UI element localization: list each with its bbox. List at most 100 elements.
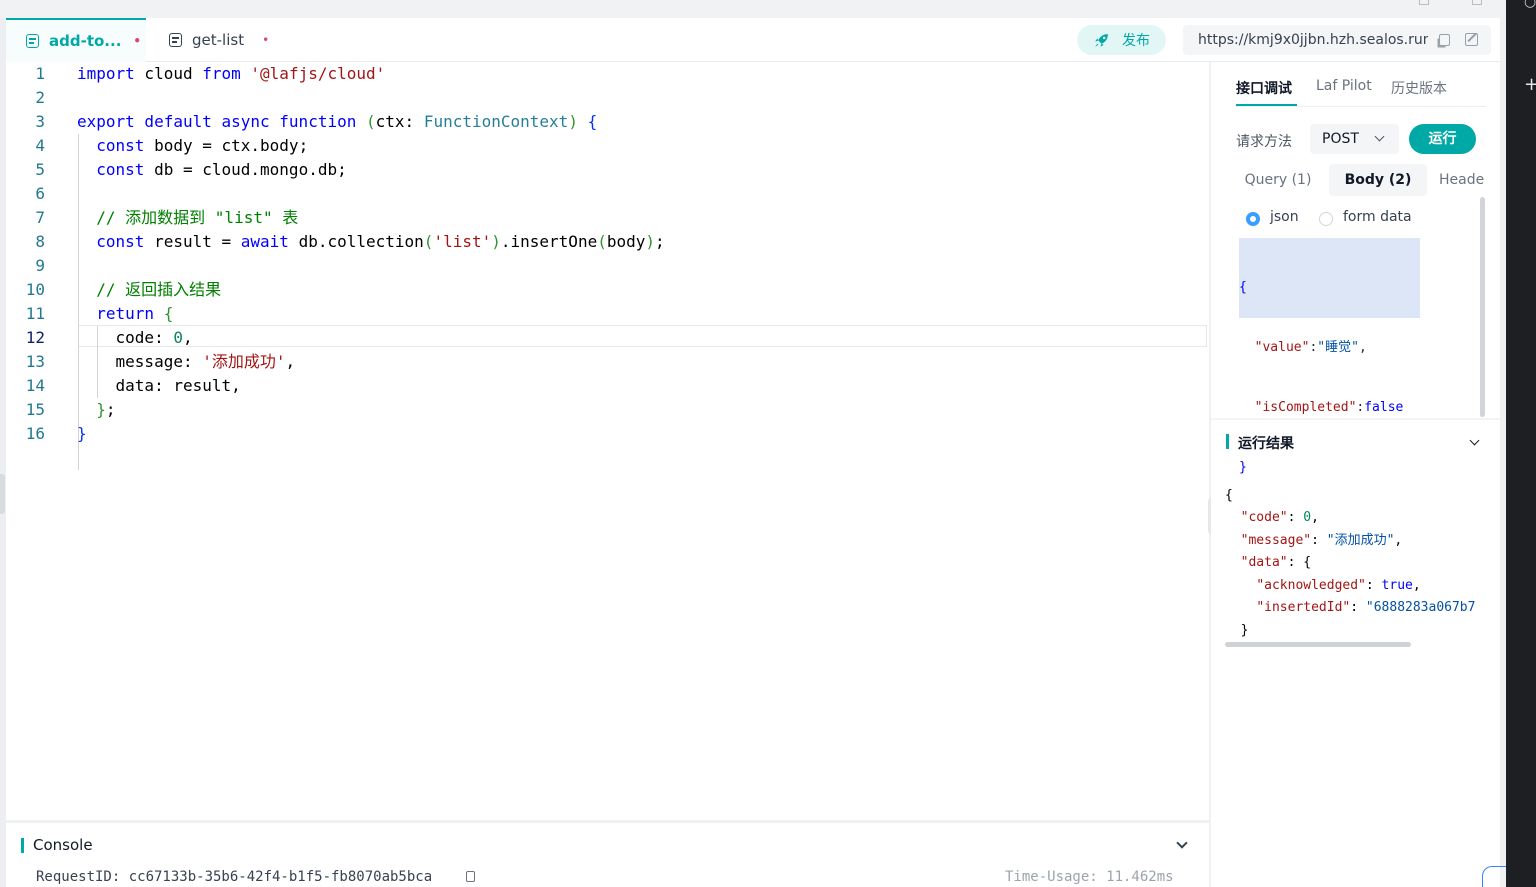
code-comment: // 返回插入结果 <box>77 280 222 299</box>
edit-icon[interactable] <box>1465 33 1478 46</box>
left-resize-handle[interactable] <box>0 474 5 514</box>
subtab-headers[interactable]: Heade <box>1439 164 1487 196</box>
method-select[interactable]: POST <box>1310 124 1399 154</box>
method-value: POST <box>1322 131 1359 147</box>
code-line: 5 const db = cloud.mongo.db; <box>6 158 1209 182</box>
tab-get-list[interactable]: get-list • <box>166 18 269 62</box>
subtab-body[interactable]: Body (2) <box>1329 164 1427 196</box>
result-json: { "code": 0, "message": "添加成功", "data": … <box>1225 487 1476 638</box>
code-line: 16 } <box>6 422 1209 446</box>
code-line: 14 data: result, <box>6 374 1209 398</box>
rocket-icon <box>1095 33 1108 47</box>
panel-divider <box>1211 418 1500 420</box>
tabs-divider <box>1236 106 1486 107</box>
code-text: code: 0, <box>77 328 193 347</box>
line-number: 9 <box>35 256 45 275</box>
code-text: }; <box>96 400 116 419</box>
radio-form-data[interactable] <box>1319 212 1333 226</box>
window-control-icon[interactable] <box>1419 0 1429 5</box>
chevron-down-icon <box>1374 131 1385 142</box>
line-number: 3 <box>35 112 45 131</box>
tab-label: get-list <box>192 31 245 49</box>
copy-icon[interactable] <box>466 871 475 882</box>
floating-widget-edge[interactable] <box>1482 866 1506 887</box>
window-top-strip <box>0 0 1506 18</box>
code-text: const db = cloud.mongo.db; <box>96 160 347 179</box>
code-line: 11 return { <box>6 302 1209 326</box>
modified-dot-icon: • <box>133 34 142 48</box>
line-number: 10 <box>25 280 45 299</box>
line-number: 7 <box>35 208 45 227</box>
document-icon <box>169 33 182 47</box>
line-number: 15 <box>25 400 45 419</box>
method-label: 请求方法 <box>1236 134 1292 150</box>
result-viewer: { "code": 0, "message": "添加成功", "data": … <box>1225 462 1487 644</box>
body-line: "value":"睡觉", <box>1254 340 1367 355</box>
code-text: const result = await db.collection('list… <box>96 232 665 251</box>
side-dark-strip: ○ + <box>1506 0 1536 887</box>
time-usage: Time-Usage: 11.462ms <box>1005 869 1174 885</box>
chevron-down-icon[interactable] <box>1176 837 1188 849</box>
document-icon <box>26 34 39 48</box>
code-text: return { <box>96 304 174 323</box>
console-accent-bar <box>21 838 24 853</box>
chevron-down-icon[interactable] <box>1469 435 1480 446</box>
tab-laf-pilot[interactable]: Laf Pilot <box>1316 78 1372 94</box>
line-number: 6 <box>35 184 45 203</box>
result-horizontal-scrollbar[interactable] <box>1225 642 1411 647</box>
body-line: { <box>1239 280 1247 295</box>
line-number: 16 <box>25 424 45 443</box>
radio-form-data-label: form data <box>1343 209 1412 225</box>
line-number: 14 <box>25 376 45 395</box>
plus-icon[interactable]: + <box>1524 74 1536 95</box>
run-button[interactable]: 运行 <box>1409 124 1476 154</box>
result-title: 运行结果 <box>1238 436 1294 452</box>
publish-label: 发布 <box>1122 33 1150 49</box>
code-text: export default async function (ctx: Func… <box>77 112 598 131</box>
code-line: 10 // 返回插入结果 <box>6 278 1209 302</box>
circle-icon: ○ <box>1524 0 1536 10</box>
line-number: 12 <box>25 328 45 347</box>
line-number: 4 <box>35 136 45 155</box>
line-number: 8 <box>35 232 45 251</box>
code-line: 3 export default async function (ctx: Fu… <box>6 110 1209 134</box>
code-text: const body = ctx.body; <box>96 136 309 155</box>
code-line: 9 <box>6 254 1209 278</box>
line-number: 2 <box>35 88 45 107</box>
code-text: data: result, <box>77 376 241 395</box>
tab-api-debug[interactable]: 接口调试 <box>1236 78 1292 98</box>
body-scrollbar[interactable] <box>1480 197 1485 417</box>
code-line: 8 const result = await db.collection('li… <box>6 230 1209 254</box>
copy-icon[interactable] <box>1439 34 1450 46</box>
code-line: 4 const body = ctx.body; <box>6 134 1209 158</box>
line-number: 1 <box>35 64 45 83</box>
code-text: } <box>77 424 87 443</box>
tab-history[interactable]: 历史版本 <box>1391 78 1447 98</box>
code-comment: // 添加数据到 "list" 表 <box>77 208 299 227</box>
body-line: "isCompleted":false <box>1254 400 1404 415</box>
request-id: RequestID: cc67133b-35b6-42f4-b1f5-fb807… <box>36 869 433 885</box>
code-line: 7 // 添加数据到 "list" 表 <box>6 206 1209 230</box>
code-editor[interactable]: 1 import cloud from '@lafjs/cloud' 2 3 e… <box>6 62 1209 820</box>
code-line: 12 code: 0, <box>6 326 1209 350</box>
subtab-query[interactable]: Query (1) <box>1233 164 1323 196</box>
window-control-icon[interactable] <box>1472 0 1482 5</box>
code-line: 1 import cloud from '@lafjs/cloud' <box>6 62 1209 86</box>
modified-dot-icon: • <box>262 33 270 47</box>
active-tab-indicator <box>1236 104 1297 106</box>
tab-add-todo[interactable]: add-to... • <box>6 18 146 62</box>
line-number: 5 <box>35 160 45 179</box>
function-url-field[interactable]: https://kmj9x0jjbn.hzh.sealos.run/a <box>1183 25 1491 55</box>
tab-label: add-to... <box>49 32 122 50</box>
radio-json-label: json <box>1270 209 1299 225</box>
code-text: message: '添加成功', <box>77 352 296 371</box>
code-line: 6 <box>6 182 1209 206</box>
line-number: 13 <box>25 352 45 371</box>
code-text: import cloud from '@lafjs/cloud' <box>77 64 386 83</box>
line-number: 11 <box>25 304 45 323</box>
code-line: 13 message: '添加成功', <box>6 350 1209 374</box>
publish-button[interactable]: 发布 <box>1077 25 1166 55</box>
editor-tab-bar: add-to... • get-list • 发布 https://kmj9x0… <box>6 18 1500 62</box>
radio-json[interactable] <box>1246 212 1260 226</box>
code-line: 2 <box>6 86 1209 110</box>
